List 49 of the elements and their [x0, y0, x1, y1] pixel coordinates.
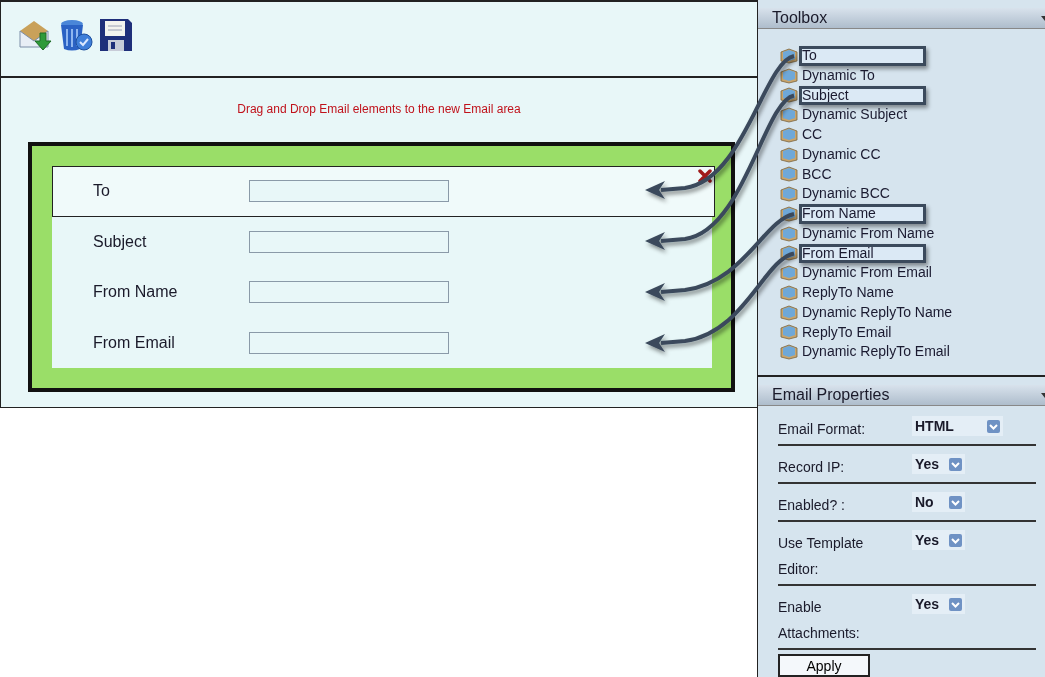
input-field[interactable]: [249, 180, 449, 203]
delete-icon[interactable]: [698, 169, 712, 183]
select-dropdown[interactable]: HTML: [912, 416, 1003, 436]
input-field[interactable]: [249, 281, 449, 304]
toolbox-item[interactable]: Dynamic BCC: [802, 184, 890, 204]
chevron-down-icon: [987, 419, 1000, 433]
toolbox-item[interactable]: BCC: [802, 164, 832, 185]
form-row[interactable]: From Email: [52, 317, 712, 368]
field-label: From Email: [92, 333, 176, 352]
form-row[interactable]: To: [52, 166, 715, 217]
field-label: To: [92, 182, 111, 201]
toolbox-item[interactable]: From Name: [799, 204, 926, 224]
instruction-text: Drag and Drop Email elements to the new Email area: [236, 102, 522, 116]
property-label: Enabled? :: [778, 496, 846, 515]
save-icon[interactable]: [97, 16, 135, 54]
input-field[interactable]: [249, 230, 449, 253]
toolbox-item[interactable]: Dynamic From Email: [802, 263, 932, 283]
panel-title: Toolbox: [772, 9, 828, 27]
toolbox-item[interactable]: Subject: [799, 85, 926, 106]
chevron-down-icon: [949, 495, 962, 509]
property-label: Record IP:: [778, 458, 846, 477]
form-row[interactable]: Subject: [52, 216, 712, 267]
select-dropdown[interactable]: Yes: [912, 454, 965, 474]
select-dropdown[interactable]: Yes: [912, 594, 965, 614]
form-row[interactable]: From Name: [52, 267, 712, 318]
apply-button[interactable]: Apply: [778, 654, 870, 677]
toolbox-item[interactable]: Dynamic ReplyTo Name: [802, 302, 953, 323]
property-label: Email Format:: [778, 420, 867, 439]
chevron-down-icon: [949, 597, 962, 611]
toolbox-item[interactable]: ReplyTo Name: [802, 283, 894, 303]
select-dropdown[interactable]: No: [912, 492, 965, 512]
input-field[interactable]: [249, 331, 449, 354]
toolbox-item[interactable]: Dynamic CC: [802, 144, 881, 165]
toolbox-item[interactable]: From Email: [799, 243, 926, 264]
toolbox-item[interactable]: Dynamic Subject: [802, 105, 908, 125]
toolbox-item[interactable]: To: [799, 46, 926, 66]
chevron-down-icon: [949, 533, 962, 547]
property-label: Enable Attachments:: [778, 598, 861, 643]
field-label: Subject: [92, 232, 148, 251]
toolbox-item[interactable]: Dynamic To: [802, 65, 875, 86]
select-dropdown[interactable]: Yes: [912, 530, 965, 550]
toolbox-item[interactable]: ReplyTo Email: [802, 322, 892, 343]
field-label: From Name: [92, 283, 179, 302]
chevron-down-icon: [949, 457, 962, 471]
toolbox-item[interactable]: CC: [802, 125, 823, 145]
panel-title: Email Properties: [772, 386, 890, 404]
toolbox-item[interactable]: Dynamic ReplyTo Email: [802, 342, 950, 362]
toolbox-item[interactable]: Dynamic From Name: [802, 223, 935, 244]
property-label: Use Template Editor:: [778, 534, 865, 579]
